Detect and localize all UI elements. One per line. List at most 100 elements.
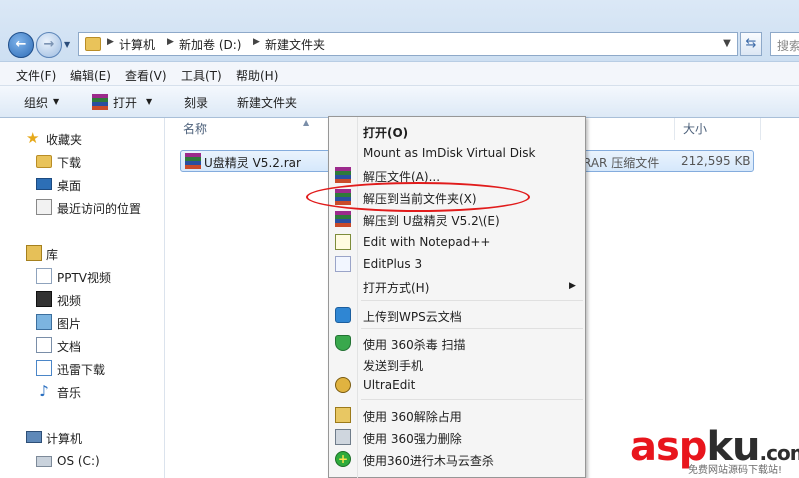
navigation-pane: ★ 收藏夹 下载 桌面 最近访问的位置 库 PPTV视频 视频 图片 文档 迅雷… <box>0 118 165 478</box>
breadcrumb-computer[interactable]: 计算机 <box>119 36 155 53</box>
chevron-right-icon[interactable]: ▶ <box>167 37 174 47</box>
picture-library-icon <box>36 314 52 330</box>
library-icon <box>26 245 42 261</box>
editplus-icon <box>335 256 351 272</box>
nav-label: 最近访问的位置 <box>57 202 142 216</box>
menu-edit[interactable]: 编辑(E) <box>70 67 111 84</box>
nav-pictures[interactable]: 图片 <box>0 312 165 332</box>
nav-label: 桌面 <box>57 179 82 193</box>
menu-item-360-trojan[interactable]: + 使用360进行木马云查杀 <box>329 448 585 470</box>
watermark-tagline: 免费网站源码下载站! <box>688 465 783 476</box>
nav-music[interactable]: ♪ 音乐 <box>0 381 165 401</box>
refresh-button[interactable]: ⇆ <box>740 32 762 56</box>
menu-item-360-delete[interactable]: 使用 360强力删除 <box>329 426 585 448</box>
sort-ascending-icon: ▲ <box>303 118 310 127</box>
chevron-right-icon[interactable]: ▶ <box>107 37 114 47</box>
nav-label: 下载 <box>57 156 82 170</box>
recent-places-icon <box>36 199 52 215</box>
360-plus-icon: + <box>335 451 351 467</box>
nav-recent[interactable]: 最近访问的位置 <box>0 197 165 217</box>
forward-button[interactable]: → <box>36 32 62 58</box>
nav-xunlei[interactable]: 迅雷下载 <box>0 358 165 378</box>
path-dropdown-icon[interactable]: ▼ <box>717 33 737 55</box>
watermark-logo: aspku.com 免费网站源码下载站! <box>610 424 799 478</box>
menu-item-label: 使用360进行木马云查杀 <box>363 454 494 468</box>
360-unlock-icon <box>335 407 351 423</box>
menu-file[interactable]: 文件(F) <box>16 67 56 84</box>
column-header-size[interactable]: 大小 <box>683 120 707 137</box>
refresh-icon: ⇆ <box>745 36 757 51</box>
menu-item-label: 使用 360杀毒 扫描 <box>363 338 466 352</box>
drive-icon <box>36 456 52 467</box>
star-icon: ★ <box>26 129 40 147</box>
nav-label: 视频 <box>57 294 82 308</box>
recent-pages-dropdown[interactable]: ▼ <box>64 40 74 50</box>
computer-icon <box>26 431 42 443</box>
file-type: RAR 压缩文件 <box>583 156 660 170</box>
search-input[interactable]: 搜索 <box>770 32 799 56</box>
chevron-down-icon: ▼ <box>53 97 60 106</box>
menu-item-label: 打开方式(H) <box>363 281 430 295</box>
xunlei-library-icon <box>36 360 52 376</box>
menu-separator <box>361 300 583 301</box>
menu-view[interactable]: 查看(V) <box>125 67 167 84</box>
organize-button[interactable]: 组织 <box>24 94 48 111</box>
menu-bar: 文件(F) 编辑(E) 查看(V) 工具(T) 帮助(H) <box>0 62 799 86</box>
nav-label: 图片 <box>57 317 82 331</box>
menu-item-editplus[interactable]: EditPlus 3 <box>329 253 585 275</box>
column-divider[interactable] <box>674 118 675 140</box>
nav-label: 迅雷下载 <box>57 363 106 377</box>
nav-label: 音乐 <box>57 386 82 400</box>
nav-desktop[interactable]: 桌面 <box>0 174 165 194</box>
360-shredder-icon <box>335 429 351 445</box>
forward-arrow-icon: → <box>43 37 55 52</box>
path-box[interactable]: ▶ 计算机 ▶ 新加卷 (D:) ▶ 新建文件夹 ▼ <box>78 32 738 56</box>
menu-item-notepad[interactable]: Edit with Notepad++ <box>329 231 585 253</box>
rar-file-icon <box>185 153 201 169</box>
open-button[interactable]: 打开 <box>113 94 137 111</box>
back-button[interactable]: ← <box>8 32 34 58</box>
menu-help[interactable]: 帮助(H) <box>236 67 278 84</box>
new-folder-button[interactable]: 新建文件夹 <box>237 94 297 111</box>
chevron-down-icon: ▼ <box>146 97 153 106</box>
nav-label: OS (C:) <box>57 454 100 468</box>
column-divider[interactable] <box>760 118 761 140</box>
nav-libraries[interactable]: 库 <box>0 243 165 263</box>
menu-item-360-scan[interactable]: 使用 360杀毒 扫描 <box>329 332 585 354</box>
nav-pptv[interactable]: PPTV视频 <box>0 266 165 286</box>
menu-tools[interactable]: 工具(T) <box>181 67 222 84</box>
menu-item-open[interactable]: 打开(O) <box>329 120 585 142</box>
menu-item-label: 打开(O) <box>363 126 409 140</box>
menu-item-label: EditPlus 3 <box>363 257 423 271</box>
menu-item-label: UltraEdit <box>363 378 416 392</box>
nav-label: 计算机 <box>46 432 83 446</box>
360-shield-icon <box>335 335 351 351</box>
desktop-icon <box>36 178 52 190</box>
nav-computer[interactable]: 计算机 <box>0 427 165 447</box>
nav-label: PPTV视频 <box>57 271 112 285</box>
breadcrumb-drive[interactable]: 新加卷 (D:) <box>179 36 241 53</box>
nav-documents[interactable]: 文档 <box>0 335 165 355</box>
menu-item-open-with[interactable]: 打开方式(H) ▶ <box>329 275 585 297</box>
burn-button[interactable]: 刻录 <box>184 94 208 111</box>
column-header-name[interactable]: 名称 <box>183 120 207 137</box>
nav-os-drive[interactable]: OS (C:) <box>0 451 165 471</box>
nav-videos[interactable]: 视频 <box>0 289 165 309</box>
nav-label: 文档 <box>57 340 82 354</box>
nav-favorites[interactable]: ★ 收藏夹 <box>0 128 165 148</box>
menu-item-mount[interactable]: Mount as ImDisk Virtual Disk <box>329 142 585 164</box>
nav-label: 收藏夹 <box>46 133 83 147</box>
menu-item-send-phone[interactable]: 发送到手机 <box>329 353 585 375</box>
chevron-right-icon[interactable]: ▶ <box>253 37 260 47</box>
menu-item-extract-to[interactable]: 解压到 U盘精灵 V5.2\(E) <box>329 208 585 230</box>
folder-icon <box>85 37 101 51</box>
menu-item-360-unlock[interactable]: 使用 360解除占用 <box>329 404 585 426</box>
menu-item-wps[interactable]: 上传到WPS云文档 <box>329 304 585 326</box>
menu-separator <box>361 399 583 400</box>
highlight-ellipse <box>306 182 530 212</box>
breadcrumb-folder[interactable]: 新建文件夹 <box>265 36 325 53</box>
menu-item-ultraedit[interactable]: UltraEdit <box>329 374 585 396</box>
notepad-plus-plus-icon <box>335 234 351 250</box>
file-name: U盘精灵 V5.2.rar <box>204 156 301 170</box>
nav-downloads[interactable]: 下载 <box>0 151 165 171</box>
